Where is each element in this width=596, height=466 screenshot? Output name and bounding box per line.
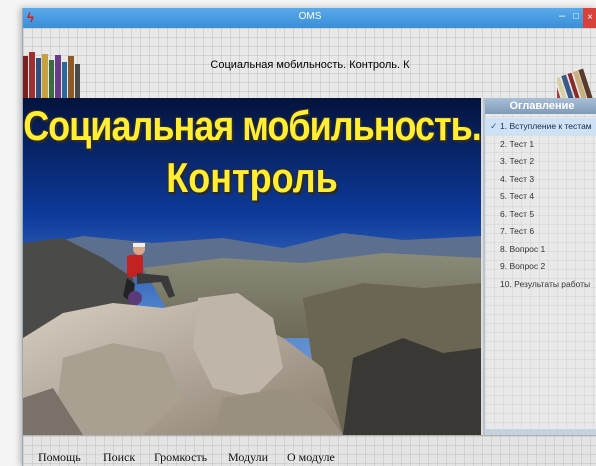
toc-item-test-6[interactable]: 7. Тест 6 — [485, 223, 596, 241]
title-bar[interactable]: ϟ OMS – □ × — [23, 8, 596, 28]
hero-title-line-1: Социальная мобильность. — [23, 102, 481, 150]
toc-item-test-1[interactable]: 2. Тест 1 — [485, 136, 596, 154]
hero-title-line-2: Контроль — [166, 154, 338, 202]
toc-item-label: 10. Результаты работы — [500, 278, 591, 289]
toc-heading: Оглавление — [485, 98, 596, 114]
toc-item-intro[interactable]: ✓ 1. Вступление к тестам — [485, 118, 596, 136]
toc-item-test-2[interactable]: 3. Тест 2 — [485, 153, 596, 171]
menu-about[interactable]: О модуле — [287, 450, 335, 465]
toc-item-label: 9. Вопрос 2 — [500, 261, 546, 271]
maximize-icon[interactable]: □ — [569, 10, 583, 24]
window-title: OMS — [298, 11, 322, 22]
app-window: ϟ OMS – □ × Социальная мобильность. Конт… — [22, 8, 596, 466]
toc-item-results[interactable]: 10. Результаты работы — [485, 276, 596, 294]
close-icon[interactable]: × — [583, 8, 596, 28]
menu-volume[interactable]: Громкость — [154, 450, 207, 465]
hero-image: Социальная мобильность. Контроль — [23, 98, 481, 435]
toc-item-label: 6. Тест 5 — [500, 208, 535, 219]
header-title: Социальная мобильность. Контроль. К — [210, 59, 410, 71]
bottom-menu-bar: Помощь Поиск Громкость Модули О модуле — [23, 435, 596, 466]
header-banner: Социальная мобильность. Контроль. К — [23, 28, 596, 114]
toc-item-question-2[interactable]: 9. Вопрос 2 — [485, 258, 596, 276]
toc-item-label: 1. Вступление к тестам — [500, 121, 592, 131]
toc-item-test-3[interactable]: 4. Тест 3 — [485, 171, 596, 189]
toc-item-label: 2. Тест 1 — [500, 138, 535, 149]
toc-item-label: 4. Тест 3 — [500, 173, 535, 184]
toc-item-question-1[interactable]: 8. Вопрос 1 — [485, 241, 596, 259]
menu-modules[interactable]: Модули — [228, 450, 268, 465]
menu-search[interactable]: Поиск — [103, 450, 135, 465]
toc-item-test-5[interactable]: 6. Тест 5 — [485, 206, 596, 224]
toc-item-label: 3. Тест 2 — [500, 156, 535, 166]
toc-list: ✓ 1. Вступление к тестам 2. Тест 1 3. Те… — [485, 118, 596, 293]
toc-item-label: 5. Тест 4 — [500, 191, 535, 201]
minimize-icon[interactable]: – — [555, 10, 569, 24]
table-of-contents: Оглавление ✓ 1. Вступление к тестам 2. Т… — [483, 98, 596, 435]
toc-item-test-4[interactable]: 5. Тест 4 — [485, 188, 596, 206]
toc-item-label: 7. Тест 6 — [500, 226, 535, 236]
menu-help[interactable]: Помощь — [38, 450, 81, 465]
toc-item-label: 8. Вопрос 1 — [500, 243, 546, 254]
checkmark-icon: ✓ — [490, 121, 498, 131]
